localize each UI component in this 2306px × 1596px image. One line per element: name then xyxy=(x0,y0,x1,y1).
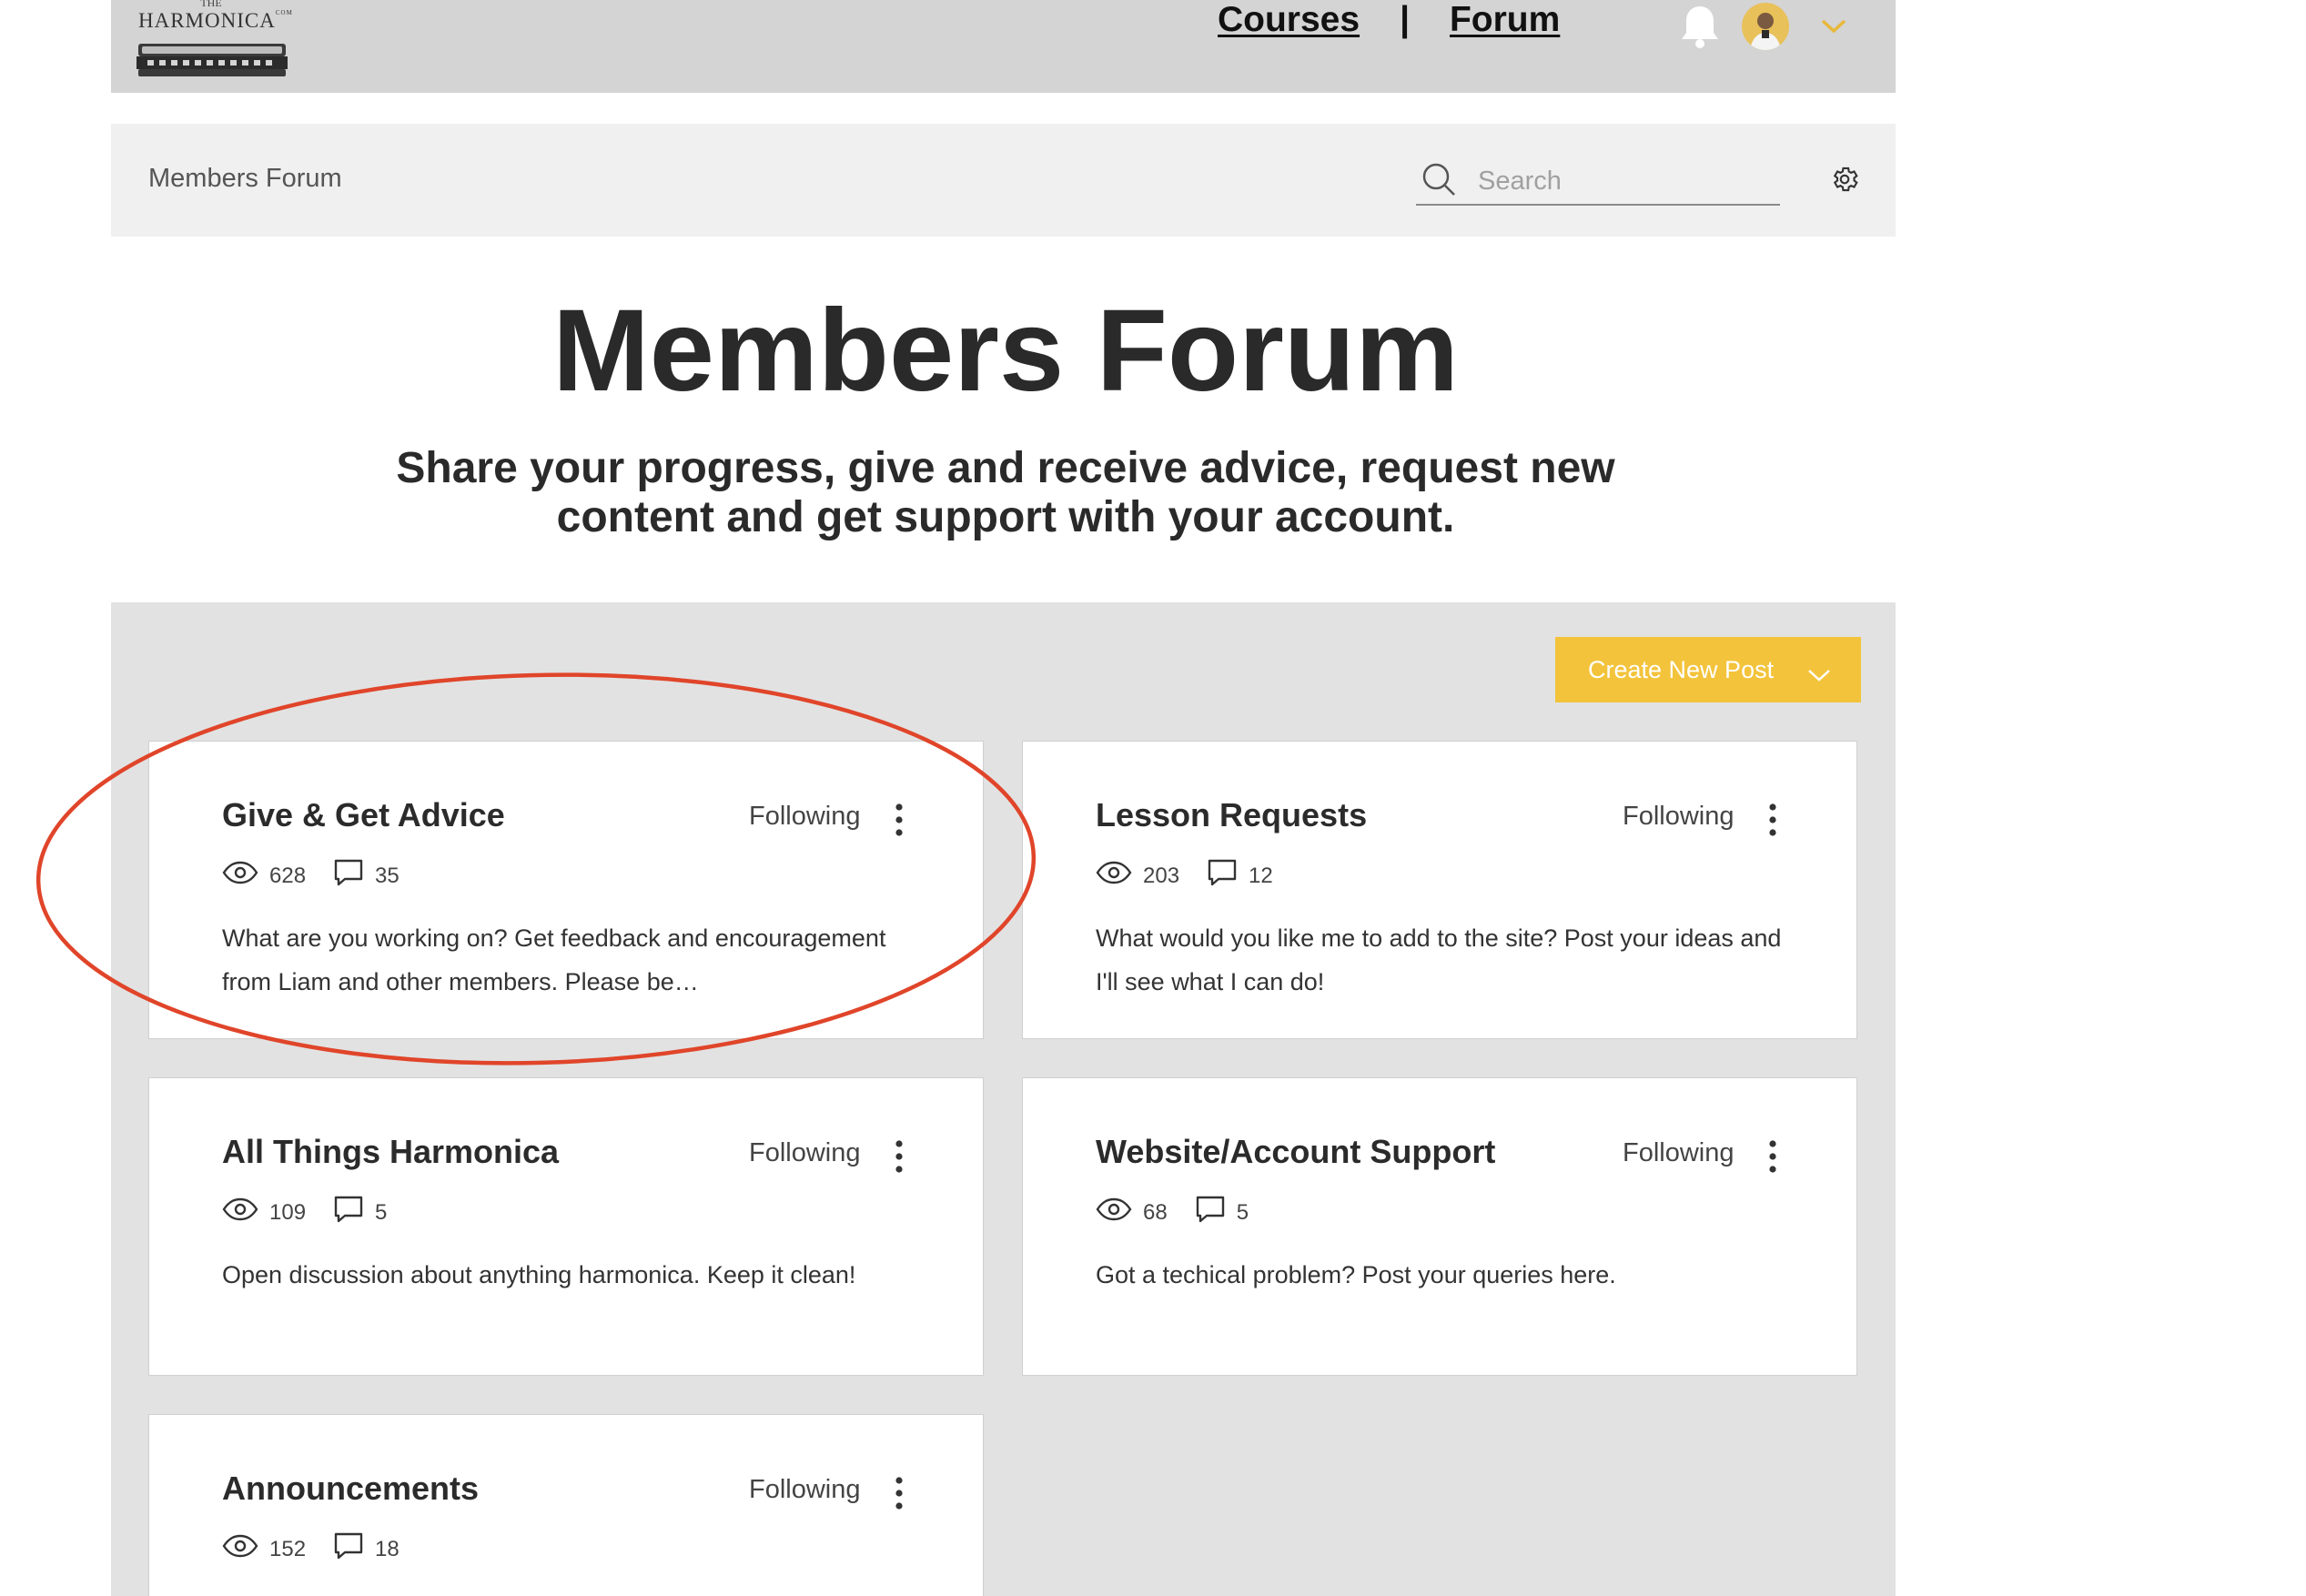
category-description: Got a techical problem? Post your querie… xyxy=(1096,1261,1616,1288)
following-button[interactable]: Following xyxy=(749,1138,861,1168)
more-options-icon[interactable] xyxy=(894,802,905,838)
following-button[interactable]: Following xyxy=(749,802,861,832)
categories-panel: Create New Post Give & Get Advice Follow… xyxy=(111,602,1896,1596)
category-card[interactable]: All Things Harmonica Following 109 5 Ope… xyxy=(148,1077,984,1376)
views-icon xyxy=(1096,1197,1132,1227)
comments-count: 5 xyxy=(375,1199,388,1225)
more-options-icon[interactable] xyxy=(1767,802,1778,838)
more-options-icon[interactable] xyxy=(894,1475,905,1511)
category-stats: 203 12 xyxy=(1096,858,1300,894)
main-nav: Courses | Forum xyxy=(1218,0,1560,44)
more-options-icon[interactable] xyxy=(894,1138,905,1175)
views-count: 152 xyxy=(269,1536,307,1561)
forum-breadcrumb[interactable]: Members Forum xyxy=(148,164,342,194)
views-icon xyxy=(222,1197,258,1227)
comments-count: 18 xyxy=(375,1536,400,1561)
category-title[interactable]: Lesson Requests xyxy=(1096,796,1367,834)
views-icon xyxy=(1096,861,1132,891)
create-new-post-button[interactable]: Create New Post xyxy=(1555,637,1861,702)
category-description: What would you like me to add to the sit… xyxy=(1096,924,1782,995)
search-input[interactable] xyxy=(1476,162,1771,200)
chevron-down-icon xyxy=(1807,661,1831,689)
more-options-icon[interactable] xyxy=(1767,1138,1778,1175)
category-card[interactable]: Lesson Requests Following 203 12 What wo… xyxy=(1022,741,1857,1039)
comments-icon xyxy=(1207,858,1238,894)
comments-count: 12 xyxy=(1249,863,1273,888)
category-card[interactable]: Give & Get Advice Following 628 35 What … xyxy=(148,741,984,1039)
gear-icon[interactable] xyxy=(1829,164,1860,199)
harmonica-logo-icon xyxy=(137,44,288,76)
nav-courses-link[interactable]: Courses xyxy=(1218,0,1360,40)
category-stats: 152 18 xyxy=(222,1531,427,1567)
views-count: 109 xyxy=(269,1199,307,1225)
search-icon[interactable] xyxy=(1421,162,1458,203)
category-stats: 68 5 xyxy=(1096,1195,1276,1230)
following-button[interactable]: Following xyxy=(1623,802,1735,832)
views-icon xyxy=(222,1534,258,1564)
logo-brand-text: HARMONICACOM xyxy=(138,9,293,32)
category-description: What are you working on? Get feedback an… xyxy=(222,924,886,995)
category-title[interactable]: All Things Harmonica xyxy=(222,1133,559,1171)
category-description: Open discussion about anything harmonica… xyxy=(222,1261,856,1288)
following-button[interactable]: Following xyxy=(1623,1138,1735,1168)
comments-icon xyxy=(333,858,364,894)
nav-separator: | xyxy=(1400,0,1410,39)
category-card[interactable]: Website/Account Support Following 68 5 G… xyxy=(1022,1077,1857,1376)
category-title[interactable]: Announcements xyxy=(222,1470,479,1508)
views-count: 68 xyxy=(1143,1199,1168,1225)
views-count: 628 xyxy=(269,863,307,888)
category-stats: 628 35 xyxy=(222,858,427,894)
category-stats: 109 5 xyxy=(222,1195,414,1230)
comments-icon xyxy=(333,1531,364,1567)
page-title: Members Forum xyxy=(552,286,1459,416)
create-new-post-label: Create New Post xyxy=(1588,655,1775,683)
category-title[interactable]: Website/Account Support xyxy=(1096,1133,1495,1171)
search-box xyxy=(1416,157,1780,206)
page-subtitle: Share your progress, give and receive ad… xyxy=(396,444,1615,541)
site-logo[interactable]: THE HARMONICACOM xyxy=(129,0,293,84)
category-card[interactable]: Announcements Following 152 18 xyxy=(148,1414,984,1596)
chevron-down-icon[interactable] xyxy=(1820,18,1847,39)
avatar[interactable] xyxy=(1742,3,1789,50)
views-icon xyxy=(222,861,258,891)
views-count: 203 xyxy=(1143,863,1180,888)
comments-count: 5 xyxy=(1236,1199,1249,1225)
site-header: THE HARMONICACOM Courses | Forum xyxy=(111,0,1896,93)
comments-icon xyxy=(1195,1195,1226,1230)
category-title[interactable]: Give & Get Advice xyxy=(222,796,505,834)
bell-icon[interactable] xyxy=(1680,3,1720,55)
nav-forum-link[interactable]: Forum xyxy=(1450,0,1560,40)
comments-count: 35 xyxy=(375,863,400,888)
forum-toolbar: Members Forum xyxy=(111,124,1896,237)
comments-icon xyxy=(333,1195,364,1230)
following-button[interactable]: Following xyxy=(749,1475,861,1505)
